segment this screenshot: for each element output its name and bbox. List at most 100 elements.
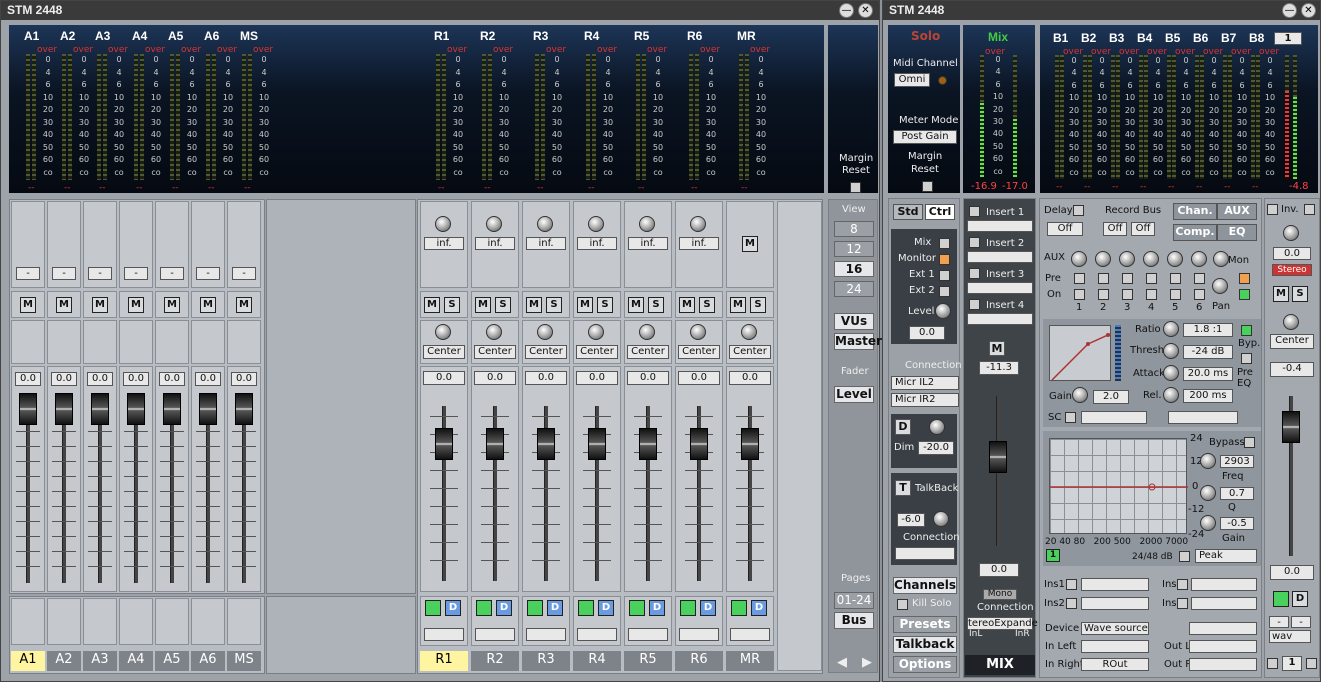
aux-gain-value[interactable]: 0.0 — [15, 372, 41, 386]
rec-name-field[interactable] — [730, 628, 770, 641]
rec-select-button[interactable]: R4 — [573, 651, 621, 671]
aux-pre-checkbox[interactable] — [1098, 273, 1109, 284]
aux-gain-value[interactable]: 0.0 — [87, 372, 113, 386]
level-button[interactable]: Level — [834, 386, 874, 403]
aux-send-value[interactable]: - — [196, 267, 220, 280]
rec-d-button[interactable]: D — [649, 600, 665, 616]
rec-mute-button[interactable]: M — [679, 297, 695, 313]
rec-name-field[interactable] — [679, 628, 719, 641]
aux-select-button[interactable]: A2 — [47, 651, 81, 671]
rec-mute-top-button[interactable]: M — [742, 236, 758, 252]
rec-green-button[interactable] — [731, 600, 747, 616]
comp-gain-value[interactable]: 2.0 — [1093, 390, 1129, 404]
rec-select-button[interactable]: R1 — [420, 651, 468, 671]
rec-solo-button[interactable]: S — [546, 297, 562, 313]
rel-value[interactable]: 200 ms — [1183, 389, 1233, 403]
presets-button[interactable]: Presets — [893, 616, 957, 633]
mix-routing-checkbox[interactable] — [939, 254, 950, 265]
mix-routing-checkbox[interactable] — [939, 286, 950, 297]
insert-checkbox[interactable] — [969, 237, 980, 248]
master-value-top[interactable]: -11.3 — [979, 361, 1019, 375]
eq-band-button[interactable]: 1 — [1046, 549, 1060, 562]
rec-send-knob[interactable] — [639, 216, 655, 232]
talkback-button[interactable]: Talkback — [893, 636, 957, 653]
sc-field-2[interactable] — [1168, 411, 1238, 424]
page-left-checkbox[interactable] — [1267, 658, 1278, 669]
aux-on-checkbox[interactable] — [1146, 289, 1157, 300]
eq-bypass-checkbox[interactable] — [1244, 437, 1255, 448]
device-aux-field[interactable] — [1189, 622, 1257, 635]
aux-select-button[interactable]: MS — [227, 651, 261, 671]
wav-field-1[interactable]: - — [1269, 616, 1289, 628]
rec-pan-value[interactable]: Center — [525, 345, 567, 359]
in-right-field[interactable]: ROut — [1081, 658, 1149, 671]
bus-button[interactable]: Bus — [834, 612, 874, 629]
rec-pan-value[interactable]: Center — [627, 345, 669, 359]
aux-send-knob[interactable] — [1167, 251, 1183, 267]
device-select[interactable]: Wave source — [1081, 622, 1149, 635]
rec-pan-knob[interactable] — [588, 324, 604, 340]
aux-fader[interactable] — [163, 393, 181, 425]
connection-input-1[interactable]: Micr IL2 — [891, 376, 959, 390]
q-knob[interactable] — [1200, 485, 1216, 501]
aux-on-checkbox[interactable] — [1122, 289, 1133, 300]
rel-knob[interactable] — [1163, 387, 1179, 403]
rec-fader[interactable] — [690, 428, 708, 460]
dim-button[interactable]: D — [895, 419, 911, 435]
rec-gain-value[interactable]: 0.0 — [525, 371, 567, 385]
rec-send-value[interactable]: inf. — [424, 237, 464, 250]
aux-fader[interactable] — [55, 393, 73, 425]
aux-select-button[interactable]: A6 — [191, 651, 225, 671]
aux-send-knob[interactable] — [1191, 251, 1207, 267]
rec-select-button[interactable]: R6 — [675, 651, 723, 671]
next-page-icon[interactable]: ▶ — [862, 655, 872, 670]
ins2-field[interactable] — [1081, 597, 1149, 610]
strip-gain-knob[interactable] — [1283, 225, 1299, 241]
aux-send-value[interactable]: - — [52, 267, 76, 280]
ins3-checkbox[interactable] — [1177, 579, 1188, 590]
rec-d-button[interactable]: D — [598, 600, 614, 616]
talkback-connection-field[interactable] — [895, 547, 955, 560]
aux-gain-value[interactable]: 0.0 — [159, 372, 185, 386]
eq-gain-knob[interactable] — [1200, 515, 1216, 531]
aux-send-value[interactable]: - — [232, 267, 256, 280]
rec-select-button[interactable]: R5 — [624, 651, 672, 671]
view-option-button[interactable]: 8 — [834, 221, 874, 237]
rec-gain-value[interactable]: 0.0 — [627, 371, 669, 385]
rec-name-field[interactable] — [577, 628, 617, 641]
eq-type-select[interactable]: Peak — [1195, 549, 1257, 563]
insert-checkbox[interactable] — [969, 268, 980, 279]
mon-on-checkbox[interactable] — [1239, 289, 1250, 300]
rec-send-value[interactable]: inf. — [679, 237, 719, 250]
rec-solo-button[interactable]: S — [750, 297, 766, 313]
stereo-button[interactable]: Stereo — [1272, 264, 1312, 276]
delay-value[interactable]: Off — [1047, 222, 1083, 236]
attack-knob[interactable] — [1163, 365, 1179, 381]
margin-reset-checkbox[interactable] — [922, 181, 933, 192]
rec-d-button[interactable]: D — [445, 600, 461, 616]
aux-fader[interactable] — [235, 393, 253, 425]
aux-mute-button[interactable]: M — [128, 297, 144, 313]
aux-gain-value[interactable]: 0.0 — [195, 372, 221, 386]
strip-solo-button[interactable]: S — [1292, 286, 1308, 302]
aux-send-knob[interactable] — [1119, 251, 1135, 267]
rec-select-button[interactable]: MR — [726, 651, 774, 671]
pan-knob[interactable] — [1212, 278, 1228, 294]
wav-field-2[interactable]: - — [1291, 616, 1311, 628]
aux-tab[interactable]: AUX — [1217, 203, 1257, 220]
rec-name-field[interactable] — [526, 628, 566, 641]
aux-select-button[interactable]: A3 — [83, 651, 117, 671]
rec-gain-value[interactable]: 0.0 — [729, 371, 771, 385]
talkback-value[interactable]: -6.0 — [897, 513, 925, 527]
ins1-checkbox[interactable] — [1066, 579, 1077, 590]
inv-right-checkbox[interactable] — [1304, 204, 1315, 215]
aux-on-checkbox[interactable] — [1194, 289, 1205, 300]
aux-on-checkbox[interactable] — [1074, 289, 1085, 300]
record-bus-value-1[interactable]: Off — [1103, 222, 1127, 236]
out-r-field[interactable] — [1189, 658, 1257, 671]
delay-checkbox[interactable] — [1073, 205, 1084, 216]
attack-value[interactable]: 20.0 ms — [1183, 367, 1233, 381]
rec-select-button[interactable]: R2 — [471, 651, 519, 671]
rec-gain-value[interactable]: 0.0 — [678, 371, 720, 385]
mon-pre-checkbox[interactable] — [1239, 273, 1250, 284]
